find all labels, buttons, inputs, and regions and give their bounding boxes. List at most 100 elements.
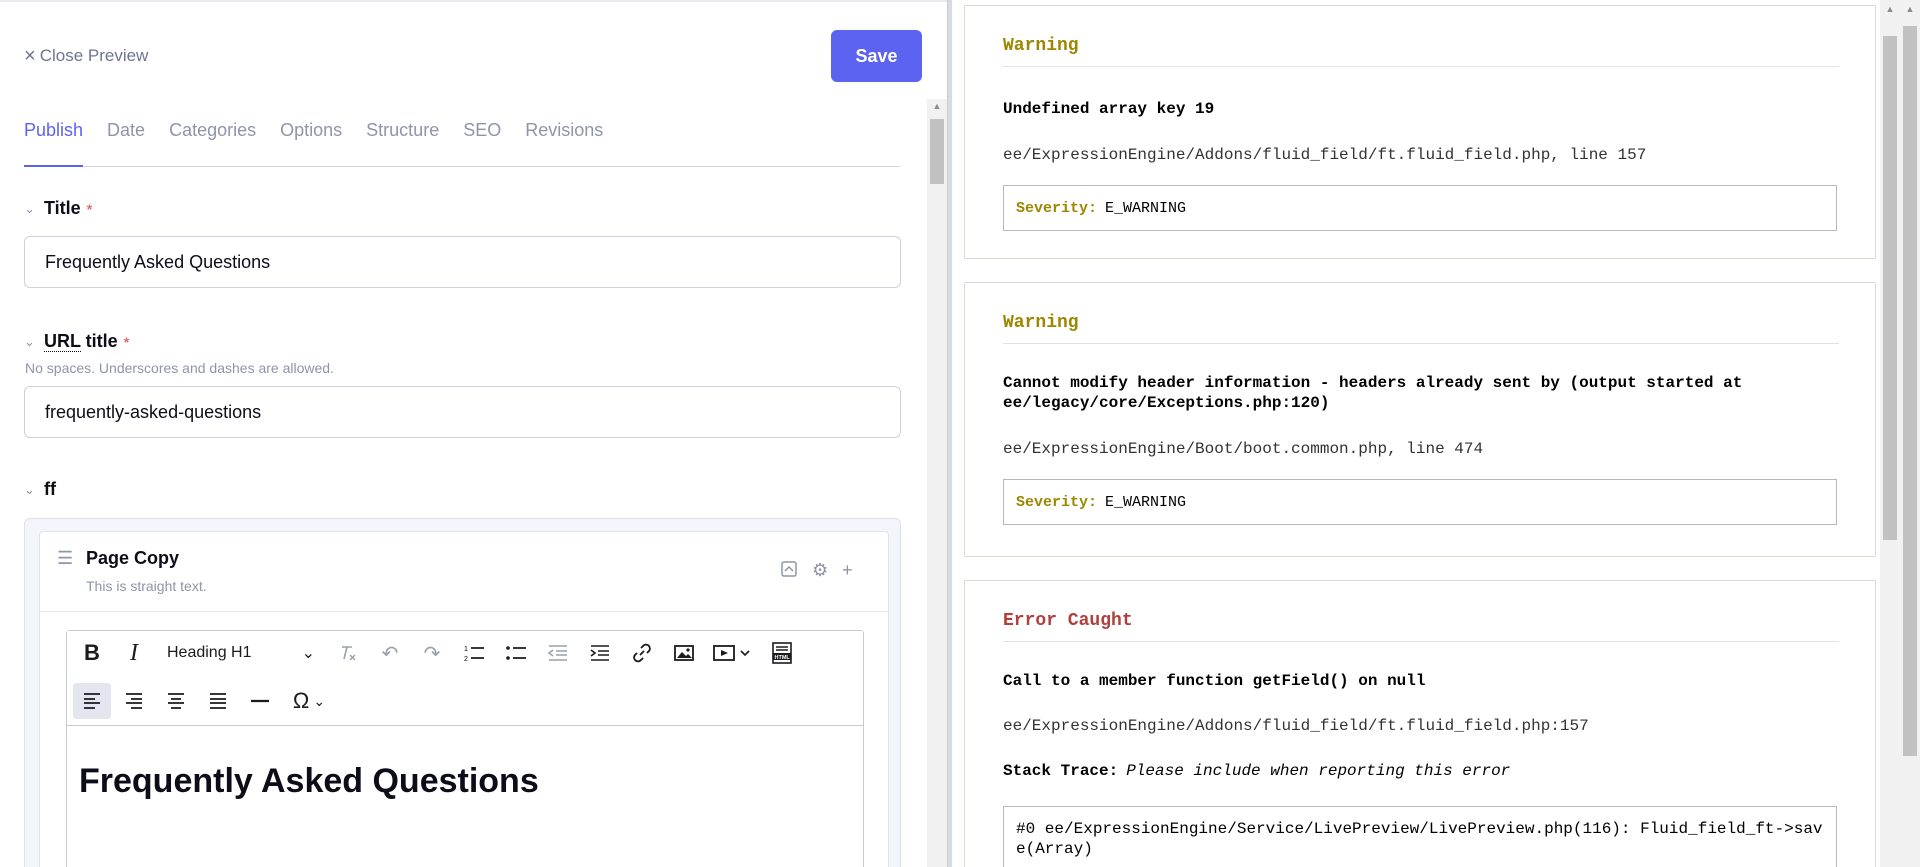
save-button[interactable]: Save [831, 30, 922, 82]
ff-field-label[interactable]: ⌄ ff [24, 479, 56, 500]
editor-content[interactable]: Frequently Asked Questions [67, 726, 863, 837]
svg-text:1: 1 [464, 646, 468, 653]
italic-icon[interactable]: I [115, 635, 153, 671]
scrollbar-thumb[interactable] [1883, 36, 1897, 540]
drag-handle-icon[interactable]: ☰ [57, 549, 75, 567]
severity-label: Severity: [1016, 199, 1098, 217]
fluid-item-title: Page Copy [86, 548, 180, 568]
scroll-up-arrow-icon[interactable]: ▲ [927, 101, 947, 115]
collapse-icon[interactable] [780, 560, 798, 583]
title-label-text: Title [44, 198, 81, 218]
image-icon[interactable] [665, 635, 703, 671]
tab-categories[interactable]: Categories [169, 114, 256, 167]
tab-publish[interactable]: Publish [24, 114, 84, 167]
close-preview-link[interactable]: × Close Preview [24, 46, 148, 66]
url-title-input[interactable]: frequently-asked-questions [24, 386, 901, 438]
chevron-down-icon: ⌄ [24, 481, 35, 497]
warning-card-2: Warning Cannot modify header information… [964, 282, 1876, 557]
tab-revisions[interactable]: Revisions [525, 114, 603, 167]
warning-file: ee/ExpressionEngine/Addons/fluid_field/f… [1003, 146, 1647, 164]
media-embed-icon[interactable] [707, 635, 759, 671]
warning-file: ee/ExpressionEngine/Boot/boot.common.php… [1003, 440, 1484, 458]
error-card: Error Caught Call to a member function g… [964, 580, 1876, 867]
gear-icon[interactable]: ⚙ [812, 560, 828, 583]
editor-toolbar: B I Heading H1 ⌄ ↶ ↷ 1 2 HTML Ω ⌄ [67, 631, 863, 726]
chevron-down-icon: ⌄ [24, 333, 35, 349]
warning-card-1: Warning Undefined array key 19 ee/Expres… [964, 5, 1876, 259]
svg-text:HTML: HTML [775, 655, 791, 661]
toolbar-row-2: Ω ⌄ [73, 683, 335, 719]
warning-message: Cannot modify header information - heade… [1003, 374, 1743, 412]
numbered-list-icon[interactable]: 12 [455, 635, 493, 671]
tab-options[interactable]: Options [280, 114, 342, 167]
preview-inner-scrollbar[interactable]: ▲ [1880, 0, 1900, 867]
ff-label-text: ff [44, 479, 56, 499]
align-left-icon[interactable] [73, 683, 111, 719]
remove-format-icon[interactable] [329, 635, 367, 671]
url-abbr: URL [44, 331, 81, 352]
divider [1003, 641, 1839, 642]
fluid-field-item: ☰ Page Copy This is straight text. ⚙ + B… [39, 531, 889, 867]
severity-value: E_WARNING [1105, 493, 1187, 511]
undo-icon[interactable]: ↶ [371, 635, 409, 671]
outdent-icon[interactable] [539, 635, 577, 671]
live-preview-pane: Warning Undefined array key 19 ee/Expres… [952, 0, 1920, 867]
scroll-up-arrow-icon[interactable]: ▲ [1880, 4, 1900, 18]
tab-seo[interactable]: SEO [463, 114, 501, 167]
add-icon[interactable]: + [842, 560, 853, 583]
severity-label: Severity: [1016, 493, 1098, 511]
title-field-label[interactable]: ⌄ Title * [24, 198, 92, 219]
scroll-up-arrow-icon[interactable]: ▲ [1900, 4, 1920, 18]
scrollbar-thumb[interactable] [930, 119, 944, 184]
bold-icon[interactable]: B [73, 635, 111, 671]
entry-edit-pane: × Close Preview Save Publish Date Catego… [0, 0, 947, 867]
align-right-icon[interactable] [115, 683, 153, 719]
severity-box: Severity: E_WARNING [1003, 479, 1837, 525]
error-title: Error Caught [1003, 611, 1133, 631]
error-message: Call to a member function getField() on … [1003, 672, 1426, 690]
tab-date[interactable]: Date [107, 114, 145, 167]
stack-trace-label-text: Stack Trace: [1003, 762, 1119, 780]
heading-select-value: Heading H1 [167, 644, 252, 661]
error-file: ee/ExpressionEngine/Addons/fluid_field/f… [1003, 717, 1589, 735]
title-input[interactable]: Frequently Asked Questions [24, 236, 901, 288]
url-title-hint: No spaces. Underscores and dashes are al… [25, 360, 334, 376]
fluid-item-subtitle: This is straight text. [86, 578, 207, 594]
toolbar-row-1: B I Heading H1 ⌄ ↶ ↷ 1 2 HTML [73, 635, 801, 671]
stack-trace-label: Stack Trace: Please include when reportin… [1003, 762, 1510, 780]
bullet-list-icon[interactable] [497, 635, 535, 671]
heading-select[interactable]: Heading H1 ⌄ [157, 635, 325, 671]
content-heading: Frequently Asked Questions [79, 762, 539, 800]
entry-tabs: Publish Date Categories Options Structur… [24, 114, 900, 167]
preview-scrollbar[interactable]: ▲ [1900, 0, 1920, 867]
warning-message: Undefined array key 19 [1003, 100, 1215, 118]
align-center-icon[interactable] [157, 683, 195, 719]
redo-icon[interactable]: ↷ [413, 635, 451, 671]
html-source-icon[interactable]: HTML [763, 635, 801, 671]
severity-box: Severity: E_WARNING [1003, 185, 1837, 231]
url-title-label-text: title [80, 331, 118, 351]
entry-form-scroll-area: × Close Preview Save Publish Date Catego… [0, 2, 927, 867]
link-icon[interactable] [623, 635, 661, 671]
chevron-down-icon: ⌄ [24, 200, 35, 216]
special-characters-icon[interactable]: Ω ⌄ [283, 683, 335, 719]
scrollbar-thumb[interactable] [1903, 26, 1917, 756]
tab-structure[interactable]: Structure [366, 114, 439, 167]
fluid-item-tools: ⚙ + [780, 560, 853, 583]
warning-title: Warning [1003, 313, 1079, 333]
stack-trace-box: #0 ee/ExpressionEngine/Service/LivePrevi… [1003, 806, 1837, 867]
rich-text-editor: B I Heading H1 ⌄ ↶ ↷ 1 2 HTML Ω ⌄ Freque… [66, 630, 864, 867]
divider [1003, 343, 1839, 344]
form-scrollbar[interactable]: ▲ [927, 99, 947, 867]
required-marker: * [123, 333, 130, 350]
required-marker: * [86, 200, 93, 217]
divider [1003, 66, 1839, 67]
url-title-field-label[interactable]: ⌄ URL title * [24, 331, 129, 352]
warning-title: Warning [1003, 36, 1079, 56]
fluid-item-header: ☰ Page Copy This is straight text. ⚙ + [40, 532, 888, 612]
fluid-field-container: ☰ Page Copy This is straight text. ⚙ + B… [24, 518, 901, 867]
horizontal-line-icon[interactable] [241, 683, 279, 719]
align-justify-icon[interactable] [199, 683, 237, 719]
close-preview-label: Close Preview [39, 46, 149, 65]
indent-icon[interactable] [581, 635, 619, 671]
